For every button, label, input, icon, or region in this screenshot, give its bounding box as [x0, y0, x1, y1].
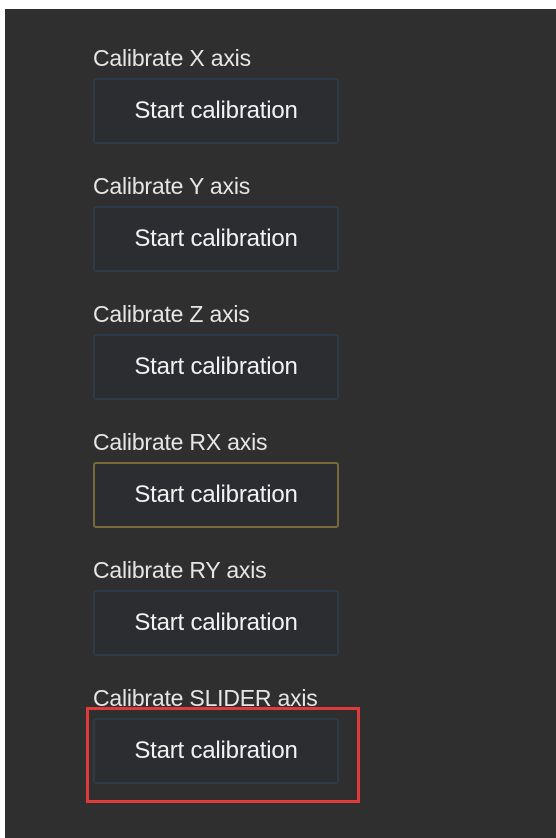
start-calibration-x-button[interactable]: Start calibration	[93, 78, 339, 144]
start-calibration-z-button[interactable]: Start calibration	[93, 334, 339, 400]
calibrate-rx-label: Calibrate RX axis	[93, 429, 268, 455]
start-calibration-y-button[interactable]: Start calibration	[93, 206, 339, 272]
calibrate-y-label: Calibrate Y axis	[93, 173, 251, 199]
start-calibration-ry-button[interactable]: Start calibration	[93, 590, 339, 656]
top-margin	[0, 0, 556, 9]
calibrate-x-label: Calibrate X axis	[93, 45, 251, 71]
start-calibration-rx-button[interactable]: Start calibration	[93, 462, 339, 528]
calibrate-ry-label: Calibrate RY axis	[93, 557, 267, 583]
calibrate-z-label: Calibrate Z axis	[93, 301, 250, 327]
calibrate-slider-label: Calibrate SLIDER axis	[93, 685, 318, 711]
start-calibration-slider-button[interactable]: Start calibration	[93, 718, 339, 784]
